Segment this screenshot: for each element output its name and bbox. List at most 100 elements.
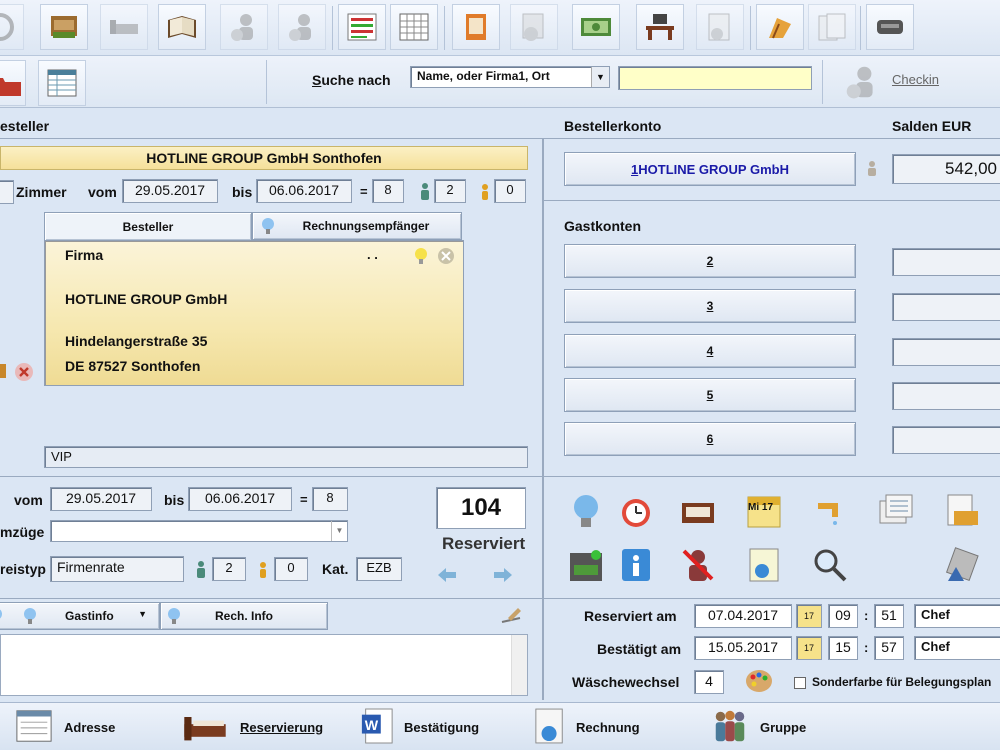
preistyp-field[interactable]: Firmenrate (50, 556, 184, 582)
room-count-field[interactable] (0, 180, 14, 204)
checkin-icon[interactable] (842, 62, 882, 102)
children-field[interactable]: 0 (494, 179, 526, 203)
document-cards-icon[interactable] (866, 484, 926, 538)
list-icon[interactable] (338, 4, 386, 50)
reserviert-date-field[interactable]: 07.04.2017 (694, 604, 792, 628)
edit-address-icon[interactable] (0, 362, 8, 380)
kat-field[interactable]: EZB (356, 557, 402, 581)
reserviert-user-field[interactable]: Chef (914, 604, 1000, 628)
sonderfarbe-checkbox[interactable] (794, 677, 806, 689)
arrow-left-icon[interactable] (436, 566, 458, 584)
invoice-card-icon[interactable] (932, 484, 992, 538)
notes-scrollbar[interactable] (511, 635, 527, 695)
bestellerkonto-title: Bestellerkonto (564, 118, 662, 134)
checkin-button[interactable]: Checkin (892, 72, 939, 87)
stay-children-field[interactable]: 0 (274, 557, 308, 581)
reservierung-label: Reservierung (240, 719, 324, 735)
tab-rech-info[interactable]: Rech. Info (160, 602, 328, 630)
account-1-button[interactable]: 1 HOTLINE GROUP GmbH (564, 152, 856, 186)
faucet-icon[interactable] (800, 484, 860, 538)
guest-account-5-button[interactable]: 5 (564, 378, 856, 412)
bestaetigt-hour-field[interactable]: 15 (828, 636, 858, 660)
credit-card-warning-icon[interactable] (932, 538, 992, 592)
reserviert-calendar-icon[interactable]: 17 (796, 604, 822, 628)
tab-gastinfo[interactable]: Gastinfo ▼ (0, 602, 160, 630)
vip-field[interactable]: VIP (44, 446, 528, 468)
calendar-grid-icon[interactable] (390, 4, 438, 50)
waeschewechsel-field[interactable]: 4 (694, 670, 724, 694)
equals-sign: = (360, 184, 368, 199)
adults-field[interactable]: 2 (434, 179, 466, 203)
guest-in-icon[interactable] (220, 4, 268, 50)
guest-account-2-button[interactable]: 2 (564, 244, 856, 278)
arrow-right-icon[interactable] (492, 566, 514, 584)
bestaetigt-minute-field[interactable]: 57 (874, 636, 904, 660)
address-card[interactable]: Firma . . HOTLINE GROUP GmbH Hindelanger… (44, 240, 464, 386)
stay-departure-field[interactable]: 06.06.2017 (188, 487, 292, 511)
bed-folder-icon[interactable] (668, 484, 728, 538)
bestaetigt-calendar-icon[interactable]: 17 (796, 636, 822, 660)
document-stack-icon[interactable] (808, 4, 856, 50)
alarm-clock-icon[interactable] (606, 484, 666, 538)
besteller-section-title: esteller (0, 118, 50, 134)
chevron-down-icon[interactable]: ▼ (331, 521, 347, 541)
currency-doc-icon[interactable] (696, 4, 744, 50)
euro-guests-icon[interactable] (510, 4, 558, 50)
bestaetigung-button[interactable]: W Bestätigung (360, 706, 479, 748)
table-list-icon[interactable] (38, 60, 86, 106)
adresse-button[interactable]: Adresse (14, 706, 115, 748)
rech-info-label: Rech. Info (214, 609, 273, 623)
expand-icon[interactable]: ▼ (138, 609, 147, 619)
clear-icon[interactable] (437, 247, 455, 265)
search-icon[interactable] (800, 538, 860, 592)
cash-drawer-icon[interactable] (40, 4, 88, 50)
reserviert-hour-field[interactable]: 09 (828, 604, 858, 628)
notes-textarea[interactable] (0, 634, 528, 696)
balance-1-field: 542,00 (892, 154, 1000, 184)
stay-nights-field[interactable]: 8 (312, 487, 348, 511)
reserviert-minute-field[interactable]: 51 (874, 604, 904, 628)
address-company: HOTLINE GROUP GmbH (65, 291, 228, 307)
money-icon[interactable] (572, 4, 620, 50)
euro-document-icon[interactable] (734, 538, 794, 592)
euro-invoice-icon (534, 707, 566, 748)
tab-besteller[interactable]: Besteller (44, 212, 252, 240)
arrival-date-field[interactable]: 29.05.2017 (122, 179, 218, 203)
reservierung-button[interactable]: Reservierung (180, 706, 323, 748)
main-toolbar (0, 0, 1000, 56)
no-guest-icon[interactable] (668, 538, 728, 592)
departure-date-field[interactable]: 06.06.2017 (256, 179, 352, 203)
guest-account-6-button[interactable]: 6 (564, 422, 856, 456)
nights-field[interactable]: 8 (372, 179, 404, 203)
guest-account-4-button[interactable]: 4 (564, 334, 856, 368)
folder-icon[interactable] (452, 4, 500, 50)
card-reader-icon[interactable] (866, 4, 914, 50)
search-input[interactable] (618, 66, 812, 90)
lightbulb-icon[interactable] (413, 247, 429, 265)
desk-icon[interactable] (636, 4, 684, 50)
power-icon[interactable] (0, 4, 24, 50)
rechnung-button[interactable]: Rechnung (534, 706, 640, 748)
info-icon[interactable] (606, 538, 666, 592)
bestaetigt-user-field[interactable]: Chef (914, 636, 1000, 660)
guest-balance-4-field (892, 338, 1000, 366)
gruppe-button[interactable]: Gruppe (710, 706, 806, 748)
guest-account-3-button[interactable]: 3 (564, 289, 856, 323)
chevron-down-icon[interactable]: ▼ (591, 67, 609, 87)
bed-icon[interactable] (100, 4, 148, 50)
import-folder-icon[interactable] (0, 60, 26, 106)
stay-adults-field[interactable]: 2 (212, 557, 246, 581)
delete-address-icon[interactable] (14, 362, 34, 382)
stay-arrival-field[interactable]: 29.05.2017 (50, 487, 152, 511)
book-icon[interactable] (158, 4, 206, 50)
edit-note-icon[interactable] (500, 604, 524, 626)
palette-icon[interactable] (744, 668, 774, 694)
beach-chair-icon[interactable] (756, 4, 804, 50)
umzuege-select[interactable]: ▼ (50, 520, 348, 542)
bestaetigt-date-field[interactable]: 15.05.2017 (694, 636, 792, 660)
calendar-icon[interactable]: Mi 17 (734, 484, 794, 538)
guest-out-icon[interactable] (278, 4, 326, 50)
room-number-field[interactable]: 104 (436, 487, 526, 529)
tab-rechnungsempfaenger[interactable]: Rechnungsempfänger (252, 212, 462, 240)
search-field-select[interactable]: Name, oder Firma1, Ort ▼ (410, 66, 610, 88)
